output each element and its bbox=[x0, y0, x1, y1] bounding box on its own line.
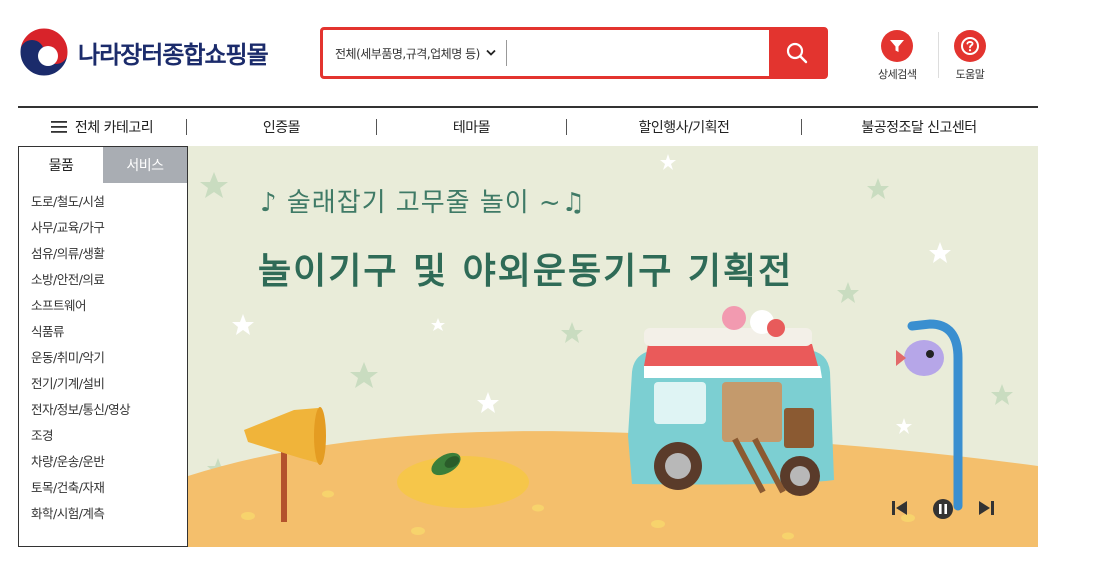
category-sidebar: 물품 서비스 도로/철도/시설 사무/교육/가구 섬유/의류/생활 소방/안전/… bbox=[18, 146, 188, 547]
advanced-search-button[interactable]: 상세검색 bbox=[878, 30, 917, 82]
logo-text: 나라장터종합쇼핑몰 bbox=[78, 40, 269, 69]
category-item[interactable]: 토목/건축/자재 bbox=[19, 475, 187, 501]
food-truck-icon bbox=[628, 306, 834, 496]
help-button[interactable]: 도움말 bbox=[954, 30, 986, 82]
category-item[interactable]: 전자/정보/통신/영상 bbox=[19, 397, 187, 423]
category-item[interactable]: 운동/취미/악기 bbox=[19, 345, 187, 371]
nav-all-categories[interactable]: 전체 카테고리 bbox=[18, 115, 186, 139]
category-item[interactable]: 소방/안전/의료 bbox=[19, 267, 187, 293]
nav-item-theme-mall[interactable]: 테마몰 bbox=[377, 115, 566, 139]
category-item[interactable]: 식품류 bbox=[19, 319, 187, 345]
util-advanced-search-circle bbox=[881, 30, 914, 62]
promo-banner[interactable]: ♪ 술래잡기 고무줄 놀이 ~♫ 놀이기구 및 야외운동기구 기획전 bbox=[188, 146, 1038, 547]
filter-icon bbox=[890, 40, 905, 52]
main-nav: 전체 카테고리 인증몰 테마몰 할인행사/기획전 불공정조달 신고센터 bbox=[18, 106, 1038, 146]
next-icon bbox=[979, 501, 994, 515]
search-scope-label: 전체(세부품명,규격,업체명 등) bbox=[335, 46, 480, 61]
search-button[interactable] bbox=[769, 30, 825, 76]
util-help-circle bbox=[954, 30, 986, 62]
banner-subtitle: ♪ 술래잡기 고무줄 놀이 ~♫ bbox=[260, 188, 587, 218]
banner-pause-button[interactable] bbox=[932, 498, 954, 520]
hamburger-menu-icon bbox=[50, 121, 67, 133]
help-label: 도움말 bbox=[955, 68, 985, 81]
banner-prev-button[interactable] bbox=[890, 498, 912, 520]
tab-services[interactable]: 서비스 bbox=[103, 147, 187, 183]
help-icon bbox=[961, 37, 979, 55]
banner-next-button[interactable] bbox=[976, 498, 998, 520]
site-logo[interactable]: 나라장터종합쇼핑몰 bbox=[18, 26, 269, 78]
nav-all-categories-label: 전체 카테고리 bbox=[74, 120, 154, 136]
category-item[interactable]: 조경 bbox=[19, 423, 187, 449]
nav-item-discount-events[interactable]: 할인행사/기획전 bbox=[567, 115, 801, 139]
category-item[interactable]: 소프트웨어 bbox=[19, 293, 187, 319]
category-item[interactable]: 도로/철도/시설 bbox=[19, 189, 187, 215]
pause-icon bbox=[933, 499, 953, 519]
category-item[interactable]: 차량/운송/운반 bbox=[19, 449, 187, 475]
sidebar-tabs: 물품 서비스 bbox=[19, 147, 187, 183]
search-scope-dropdown[interactable]: 전체(세부품명,규격,업체명 등) bbox=[323, 45, 496, 62]
taegeuk-logo-icon bbox=[19, 27, 69, 77]
category-item[interactable]: 사무/교육/가구 bbox=[19, 215, 187, 241]
advanced-search-label: 상세검색 bbox=[878, 68, 917, 81]
category-item[interactable]: 섬유/의류/생활 bbox=[19, 241, 187, 267]
category-item[interactable]: 화학/시험/계측 bbox=[19, 501, 187, 527]
search-bar: 전체(세부품명,규격,업체명 등) bbox=[320, 27, 828, 79]
tab-goods[interactable]: 물품 bbox=[19, 147, 103, 183]
nav-item-unfair-procurement-report[interactable]: 불공정조달 신고센터 bbox=[802, 115, 1036, 139]
search-input[interactable] bbox=[506, 30, 769, 76]
category-item[interactable]: 전기/기계/설비 bbox=[19, 371, 187, 397]
nav-item-certified-mall[interactable]: 인증몰 bbox=[187, 115, 376, 139]
category-list: 도로/철도/시설 사무/교육/가구 섬유/의류/생활 소방/안전/의료 소프트웨… bbox=[19, 183, 187, 527]
chevron-down-icon bbox=[486, 49, 496, 56]
search-icon bbox=[786, 42, 808, 64]
prev-icon bbox=[892, 501, 907, 515]
util-divider bbox=[938, 32, 939, 78]
banner-title: 놀이기구 및 야외운동기구 기획전 bbox=[258, 251, 794, 292]
